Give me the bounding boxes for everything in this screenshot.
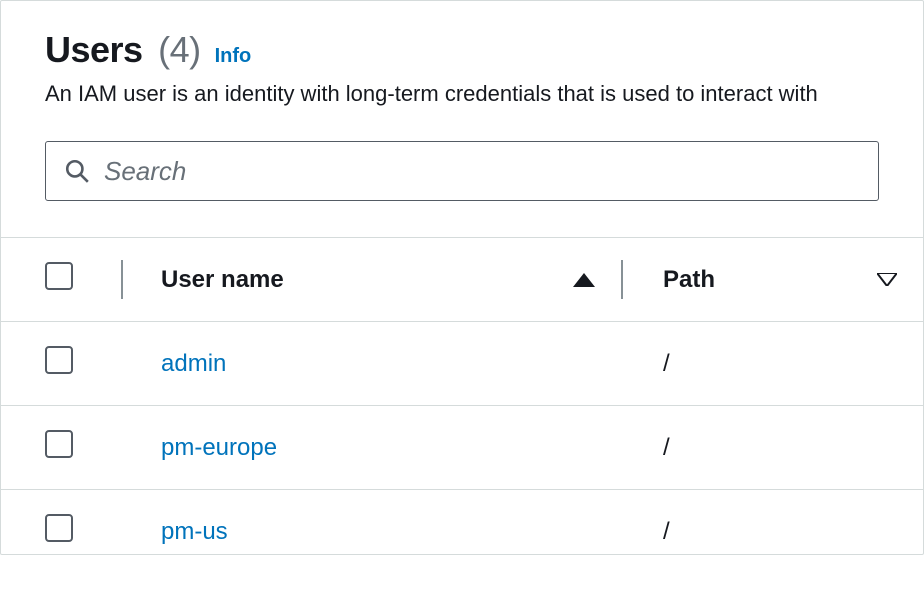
row-checkbox[interactable]	[45, 514, 73, 542]
sort-path[interactable]: Path	[663, 266, 923, 294]
sort-none-icon	[877, 273, 897, 286]
table-row: admin /	[1, 322, 923, 406]
search-input[interactable]	[104, 156, 860, 187]
sort-username[interactable]: User name	[161, 266, 621, 294]
search-box[interactable]	[45, 141, 879, 201]
select-all-checkbox[interactable]	[45, 262, 73, 290]
user-link[interactable]: pm-us	[161, 518, 228, 545]
search-container	[45, 141, 879, 201]
info-link[interactable]: Info	[215, 45, 252, 70]
column-path: Path	[621, 238, 923, 322]
path-cell: /	[621, 322, 923, 406]
column-username: User name	[121, 238, 621, 322]
row-checkbox[interactable]	[45, 430, 73, 458]
user-link[interactable]: admin	[161, 350, 226, 377]
title-text: Users	[45, 29, 143, 70]
column-select-all	[1, 238, 121, 322]
user-count: (4)	[158, 29, 201, 70]
column-path-label: Path	[663, 266, 715, 294]
search-icon	[64, 158, 90, 184]
sort-asc-icon	[573, 273, 595, 287]
page-description: An IAM user is an identity with long-ter…	[45, 81, 879, 107]
users-table: User name Path	[1, 237, 923, 555]
table-row: pm-us /	[1, 490, 923, 556]
user-link[interactable]: pm-europe	[161, 434, 277, 461]
path-cell: /	[621, 490, 923, 556]
table-header-row: User name Path	[1, 238, 923, 322]
title-row: Users (4) Info	[45, 29, 879, 71]
page-title: Users (4)	[45, 29, 201, 71]
users-panel: Users (4) Info An IAM user is an identit…	[0, 0, 924, 555]
path-cell: /	[621, 406, 923, 490]
row-checkbox[interactable]	[45, 346, 73, 374]
column-username-label: User name	[161, 266, 284, 294]
table-body: admin / pm-europe / pm-us /	[1, 322, 923, 556]
table-row: pm-europe /	[1, 406, 923, 490]
header: Users (4) Info An IAM user is an identit…	[1, 1, 923, 131]
